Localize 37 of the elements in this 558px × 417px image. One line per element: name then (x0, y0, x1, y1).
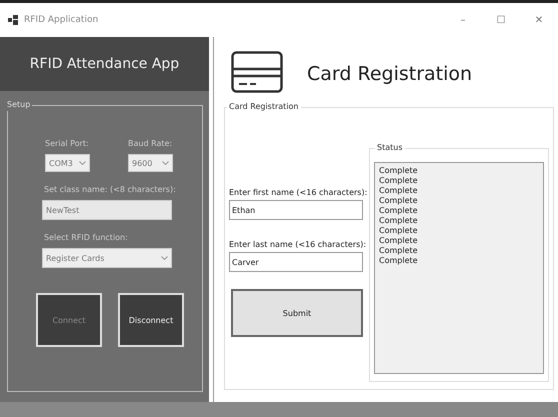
status-item: Complete (379, 176, 418, 186)
status-item: Complete (379, 236, 418, 246)
class-name-field[interactable]: NewTest (42, 200, 172, 220)
field-label: Serial Port: (45, 138, 89, 150)
status-item: Complete (379, 166, 418, 176)
page-title: Card Registration (307, 63, 472, 85)
status-item: Complete (379, 206, 418, 216)
last-name-field[interactable]: Carver (229, 252, 363, 272)
group-title: Card Registration (227, 101, 300, 113)
window-title: RFID Application (24, 15, 98, 25)
first-name-field[interactable]: Ethan (229, 200, 363, 220)
field-label: Enter first name (<16 characters): (229, 188, 368, 197)
disconnect-button[interactable]: Disconnect (118, 293, 184, 347)
close-button[interactable]: ✕ (520, 14, 558, 26)
rfid-function-dropdown[interactable]: Register Cards (42, 248, 172, 268)
card-icon (231, 51, 283, 93)
status-item: Complete (379, 256, 418, 266)
status-item: Complete (379, 186, 418, 196)
baud-rate-dropdown[interactable]: 9600 (128, 154, 173, 172)
field-label: Baud Rate: (128, 138, 172, 150)
caret-icon (79, 161, 86, 165)
status-item: Complete (379, 196, 418, 206)
field-label: Enter last name (<16 characters): (229, 240, 368, 249)
status-item: Complete (379, 216, 418, 226)
field-label: Set class name: (<8 characters): (44, 184, 177, 196)
maximize-button[interactable]: ☐ (482, 14, 520, 26)
status-item: Complete (379, 246, 418, 256)
caret-icon (162, 161, 169, 165)
group-title: Setup (5, 99, 32, 111)
submit-button[interactable]: Submit (231, 289, 363, 337)
sidebar-header: RFID Attendance App (0, 37, 209, 91)
field-label: Select RFID function: (44, 232, 129, 244)
app-icon (8, 15, 18, 25)
status-item: Complete (379, 226, 418, 236)
minimize-button[interactable]: – (444, 14, 482, 26)
serial-port-dropdown[interactable]: COM3 (45, 154, 90, 172)
caret-icon (161, 256, 168, 260)
